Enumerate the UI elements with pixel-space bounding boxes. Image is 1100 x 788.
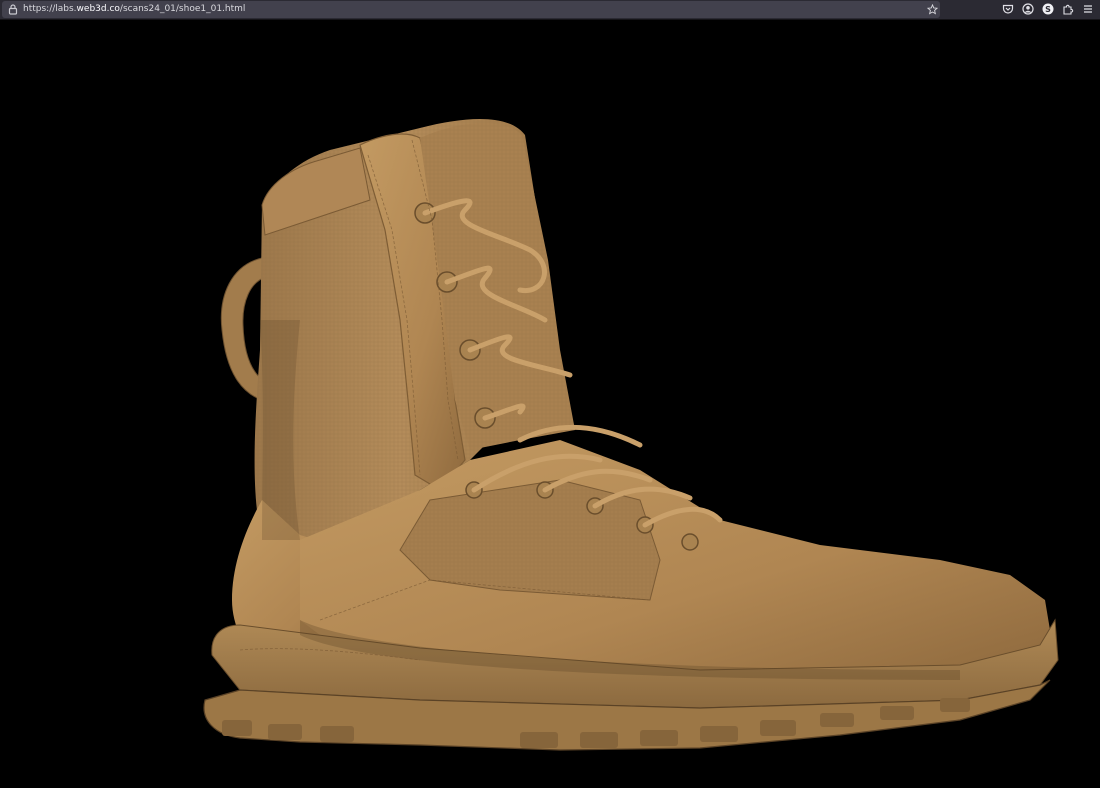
bookmark-star-icon[interactable] bbox=[927, 4, 938, 15]
address-bar[interactable]: https://labs.web3d.co/scans24_01/shoe1_0… bbox=[2, 1, 940, 18]
boot-model[interactable] bbox=[0, 20, 1100, 788]
account-icon[interactable] bbox=[1022, 3, 1034, 15]
svg-text:S: S bbox=[1045, 5, 1051, 14]
url-host: web3d.co bbox=[76, 4, 120, 14]
toolbar-icons: S bbox=[1002, 3, 1094, 17]
url-text[interactable]: https://labs.web3d.co/scans24_01/shoe1_0… bbox=[23, 2, 245, 17]
3d-viewer-canvas[interactable] bbox=[0, 20, 1100, 788]
lock-icon[interactable] bbox=[8, 4, 18, 15]
extension-s-icon[interactable]: S bbox=[1042, 3, 1054, 15]
extensions-puzzle-icon[interactable] bbox=[1062, 3, 1074, 15]
url-prefix: https://labs. bbox=[23, 4, 77, 14]
menu-icon[interactable] bbox=[1082, 3, 1094, 15]
browser-toolbar: https://labs.web3d.co/scans24_01/shoe1_0… bbox=[0, 0, 1100, 20]
pocket-icon[interactable] bbox=[1002, 3, 1014, 15]
url-path: /scans24_01/shoe1_01.html bbox=[119, 4, 246, 14]
